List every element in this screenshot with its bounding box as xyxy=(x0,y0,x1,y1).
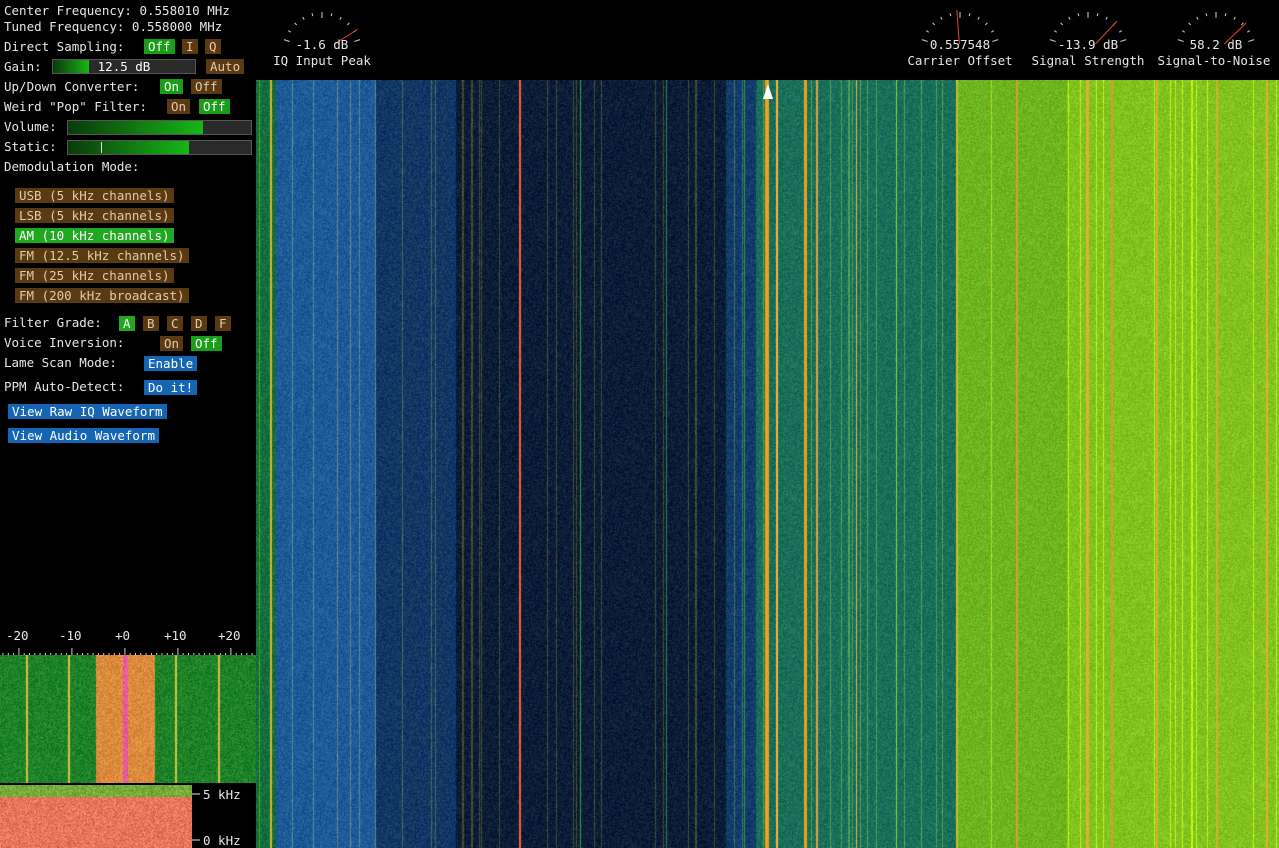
static-slider-fill xyxy=(68,141,189,154)
scale-tick-label: +10 xyxy=(164,628,187,643)
gauge-tick xyxy=(330,13,333,17)
filter-grade-label: Filter Grade: xyxy=(4,315,102,330)
filter-grade-b-button[interactable]: B xyxy=(143,316,159,331)
demod-usb-button[interactable]: USB (5 kHz channels) xyxy=(15,188,174,203)
signal-to-noise-value: 58.2 dB xyxy=(1189,37,1243,52)
ppm-do-it-button[interactable]: Do it! xyxy=(144,380,198,395)
gauge-tick xyxy=(1118,30,1123,33)
demodulation-label: Demodulation Mode: xyxy=(4,159,140,174)
scale-tick-label: +20 xyxy=(218,628,241,643)
mini-waterfall[interactable] xyxy=(0,655,256,783)
lame-scan-enable-button[interactable]: Enable xyxy=(144,356,198,371)
tuned-frequency: Tuned Frequency: 0.558000 MHz xyxy=(4,19,223,34)
voice-inversion-label: Voice Inversion: xyxy=(4,335,125,350)
gauge-tick xyxy=(968,13,971,17)
signal-to-noise-caption: Signal-to-Noise xyxy=(1157,53,1271,68)
gauge-tick xyxy=(1224,13,1227,17)
gauge-tick xyxy=(932,22,936,26)
direct-sampling-off-button[interactable]: Off xyxy=(144,39,175,54)
static-slider-handle[interactable] xyxy=(101,142,102,153)
static-label: Static: xyxy=(4,139,57,154)
main-waterfall[interactable] xyxy=(256,80,1279,848)
view-audio-button[interactable]: View Audio Waveform xyxy=(8,428,159,443)
mini-frequency-scale: -20 -10 +0 +10 +20 xyxy=(2,628,253,656)
pop-filter-label: Weird "Pop" Filter: xyxy=(4,99,147,114)
filter-grade-d-button[interactable]: D xyxy=(191,316,207,331)
volume-slider-fill xyxy=(68,121,204,134)
gain-auto-button[interactable]: Auto xyxy=(206,59,245,74)
gauge-tick xyxy=(311,13,314,17)
gauge-tick xyxy=(1246,30,1251,33)
scale-tick-label: -10 xyxy=(59,628,82,643)
gauge-tick xyxy=(1233,16,1236,20)
gauge-tick xyxy=(1068,16,1071,20)
audio-scale-top: 5 kHz xyxy=(203,787,241,802)
center-frequency: Center Frequency: 0.558010 MHz xyxy=(4,3,230,18)
scale-tick-label: +0 xyxy=(115,628,130,643)
audio-scale-bottom: 0 kHz xyxy=(203,833,241,848)
direct-sampling-i-button[interactable]: I xyxy=(182,39,198,54)
updown-off-button[interactable]: Off xyxy=(191,79,222,94)
audio-spectrogram xyxy=(0,785,192,848)
gauge-tick xyxy=(1096,13,1099,17)
gauge-tick xyxy=(949,13,952,17)
gauge-tick xyxy=(940,16,943,20)
signal-strength-caption: Signal Strength xyxy=(1031,53,1145,68)
carrier-offset-value: 0.557548 xyxy=(929,37,991,52)
ppm-auto-detect-label: PPM Auto-Detect: xyxy=(4,379,125,394)
gauge-tick xyxy=(1240,22,1244,26)
direct-sampling-q-button[interactable]: Q xyxy=(205,39,221,54)
filter-grade-a-button[interactable]: A xyxy=(119,316,135,331)
gauge-tick xyxy=(1105,16,1108,20)
signal-to-noise-meter: 58.2 dB Signal-to-Noise xyxy=(1158,4,1274,74)
pop-filter-on-button[interactable]: On xyxy=(167,99,191,114)
carrier-offset-meter: 0.557548 Carrier Offset xyxy=(902,4,1018,74)
gain-label: Gain: xyxy=(4,59,42,74)
demod-lsb-button[interactable]: LSB (5 kHz channels) xyxy=(15,208,174,223)
gauge-tick xyxy=(1181,30,1186,33)
demod-fm-12-5-button[interactable]: FM (12.5 kHz channels) xyxy=(15,248,189,263)
voice-inversion-on-button[interactable]: On xyxy=(160,336,184,351)
updown-converter-label: Up/Down Converter: xyxy=(4,79,140,94)
gauge-tick xyxy=(294,22,298,26)
gauge-tick xyxy=(984,22,988,26)
gauge-tick xyxy=(1205,13,1208,17)
gauge-tick xyxy=(925,30,930,33)
updown-on-button[interactable]: On xyxy=(160,79,184,94)
filter-grade-c-button[interactable]: C xyxy=(167,316,183,331)
demod-fm-200-button[interactable]: FM (200 kHz broadcast) xyxy=(15,288,189,303)
filter-grade-f-button[interactable]: F xyxy=(215,316,231,331)
signal-strength-value: -13.9 dB xyxy=(1057,37,1119,52)
volume-slider[interactable] xyxy=(67,120,252,135)
gauge-tick xyxy=(1060,22,1064,26)
voice-inversion-off-button[interactable]: Off xyxy=(191,336,222,351)
demod-am-button[interactable]: AM (10 kHz channels) xyxy=(15,228,174,243)
gain-slider[interactable]: 12.5 dB xyxy=(52,59,196,74)
gauge-tick xyxy=(990,30,995,33)
gauge-tick xyxy=(1196,16,1199,20)
gauge-tick xyxy=(339,16,342,20)
demod-fm-25-button[interactable]: FM (25 kHz channels) xyxy=(15,268,174,283)
gauge-tick xyxy=(302,16,305,20)
static-slider[interactable] xyxy=(67,140,252,155)
signal-strength-meter: -13.9 dB Signal Strength xyxy=(1030,4,1146,74)
gauge-tick xyxy=(1188,22,1192,26)
tuning-marker-icon[interactable] xyxy=(762,84,774,100)
gauge-tick xyxy=(1053,30,1058,33)
pop-filter-off-button[interactable]: Off xyxy=(199,99,230,114)
iq-input-peak-meter: -1.6 dB IQ Input Peak xyxy=(264,4,380,74)
audio-scale: 5 kHz 0 kHz xyxy=(192,787,241,848)
gauge-tick xyxy=(1077,13,1080,17)
gauge-tick xyxy=(287,30,292,33)
iq-input-peak-value: -1.6 dB xyxy=(295,37,349,52)
iq-input-peak-caption: IQ Input Peak xyxy=(273,53,371,68)
gain-value: 12.5 dB xyxy=(97,59,151,74)
volume-label: Volume: xyxy=(4,119,57,134)
gauge-tick xyxy=(346,22,350,26)
scale-tick-label: -20 xyxy=(6,628,29,643)
lame-scan-label: Lame Scan Mode: xyxy=(4,355,117,370)
view-raw-iq-button[interactable]: View Raw IQ Waveform xyxy=(8,404,167,419)
direct-sampling-label: Direct Sampling: xyxy=(4,39,125,54)
gauge-tick xyxy=(977,16,980,20)
